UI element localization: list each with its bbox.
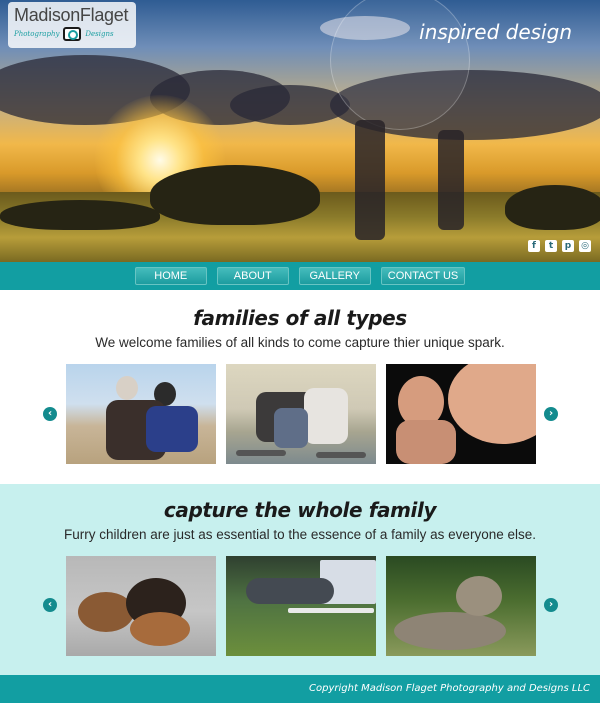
photo-detail xyxy=(274,408,308,448)
photo-carousel xyxy=(66,556,536,656)
photo-detail xyxy=(116,376,138,400)
photo-detail xyxy=(394,612,506,650)
main-nav: HOME ABOUT GALLERY CONTACT US xyxy=(0,262,600,290)
pets-section: capture the whole family Furry children … xyxy=(0,484,600,675)
pinterest-icon[interactable]: p xyxy=(562,240,574,252)
twitter-icon[interactable]: t xyxy=(545,240,557,252)
dog-agility-photo[interactable] xyxy=(226,556,376,656)
tree xyxy=(150,165,320,225)
carousel-next-button[interactable]: › xyxy=(544,598,558,612)
nav-about-button[interactable]: ABOUT xyxy=(216,267,289,285)
puppies-photo[interactable] xyxy=(66,556,216,656)
section-title: families of all types xyxy=(193,306,407,330)
photo-detail xyxy=(304,388,348,444)
logo-subtitle: Photography Designs xyxy=(14,27,130,41)
copyright-text: Copyright Madison Flaget Photography and… xyxy=(309,683,590,694)
hero-banner: MadisonFlaget Photography Designs inspir… xyxy=(0,0,600,262)
photo-detail xyxy=(146,406,198,452)
social-links: f t p ◎ xyxy=(528,240,591,252)
photo-carousel xyxy=(66,364,536,464)
tree xyxy=(505,185,600,230)
photo-detail xyxy=(130,612,190,646)
nav-gallery-button[interactable]: GALLERY xyxy=(298,267,371,285)
photo-detail xyxy=(316,452,366,458)
photo-detail xyxy=(456,576,502,616)
families-section: families of all types We welcome familie… xyxy=(0,290,600,484)
photo-detail xyxy=(246,578,334,604)
cat-photo[interactable] xyxy=(386,556,536,656)
tagline: inspired design xyxy=(419,20,572,44)
adult-figure xyxy=(355,120,385,240)
section-title: capture the whole family xyxy=(163,498,437,522)
photo-detail xyxy=(448,364,536,444)
section-text: We welcome families of all kinds to come… xyxy=(95,335,505,350)
footer: Copyright Madison Flaget Photography and… xyxy=(0,675,600,703)
carousel-next-button[interactable]: › xyxy=(544,407,558,421)
facebook-icon[interactable]: f xyxy=(528,240,540,252)
child-pregnant-belly-photo[interactable] xyxy=(386,364,536,464)
carousel-prev-button[interactable]: ‹ xyxy=(43,598,57,612)
nav-contact-button[interactable]: CONTACT US xyxy=(380,267,466,285)
logo-name: MadisonFlaget xyxy=(14,5,129,25)
camera-icon xyxy=(63,27,82,41)
photo-detail xyxy=(288,608,374,613)
family-group-photo[interactable] xyxy=(226,364,376,464)
child-figure xyxy=(438,130,464,230)
photo-detail xyxy=(236,450,286,456)
logo-sub-left: Photography xyxy=(14,30,60,38)
instagram-icon[interactable]: ◎ xyxy=(579,240,591,252)
carousel-prev-button[interactable]: ‹ xyxy=(43,407,57,421)
grandparents-photo[interactable] xyxy=(66,364,216,464)
tree xyxy=(0,200,160,230)
logo-sub-right: Designs xyxy=(85,30,114,38)
section-text: Furry children are just as essential to … xyxy=(64,527,536,542)
logo[interactable]: MadisonFlaget Photography Designs xyxy=(8,2,136,48)
nav-home-button[interactable]: HOME xyxy=(134,267,207,285)
photo-detail xyxy=(396,420,456,464)
